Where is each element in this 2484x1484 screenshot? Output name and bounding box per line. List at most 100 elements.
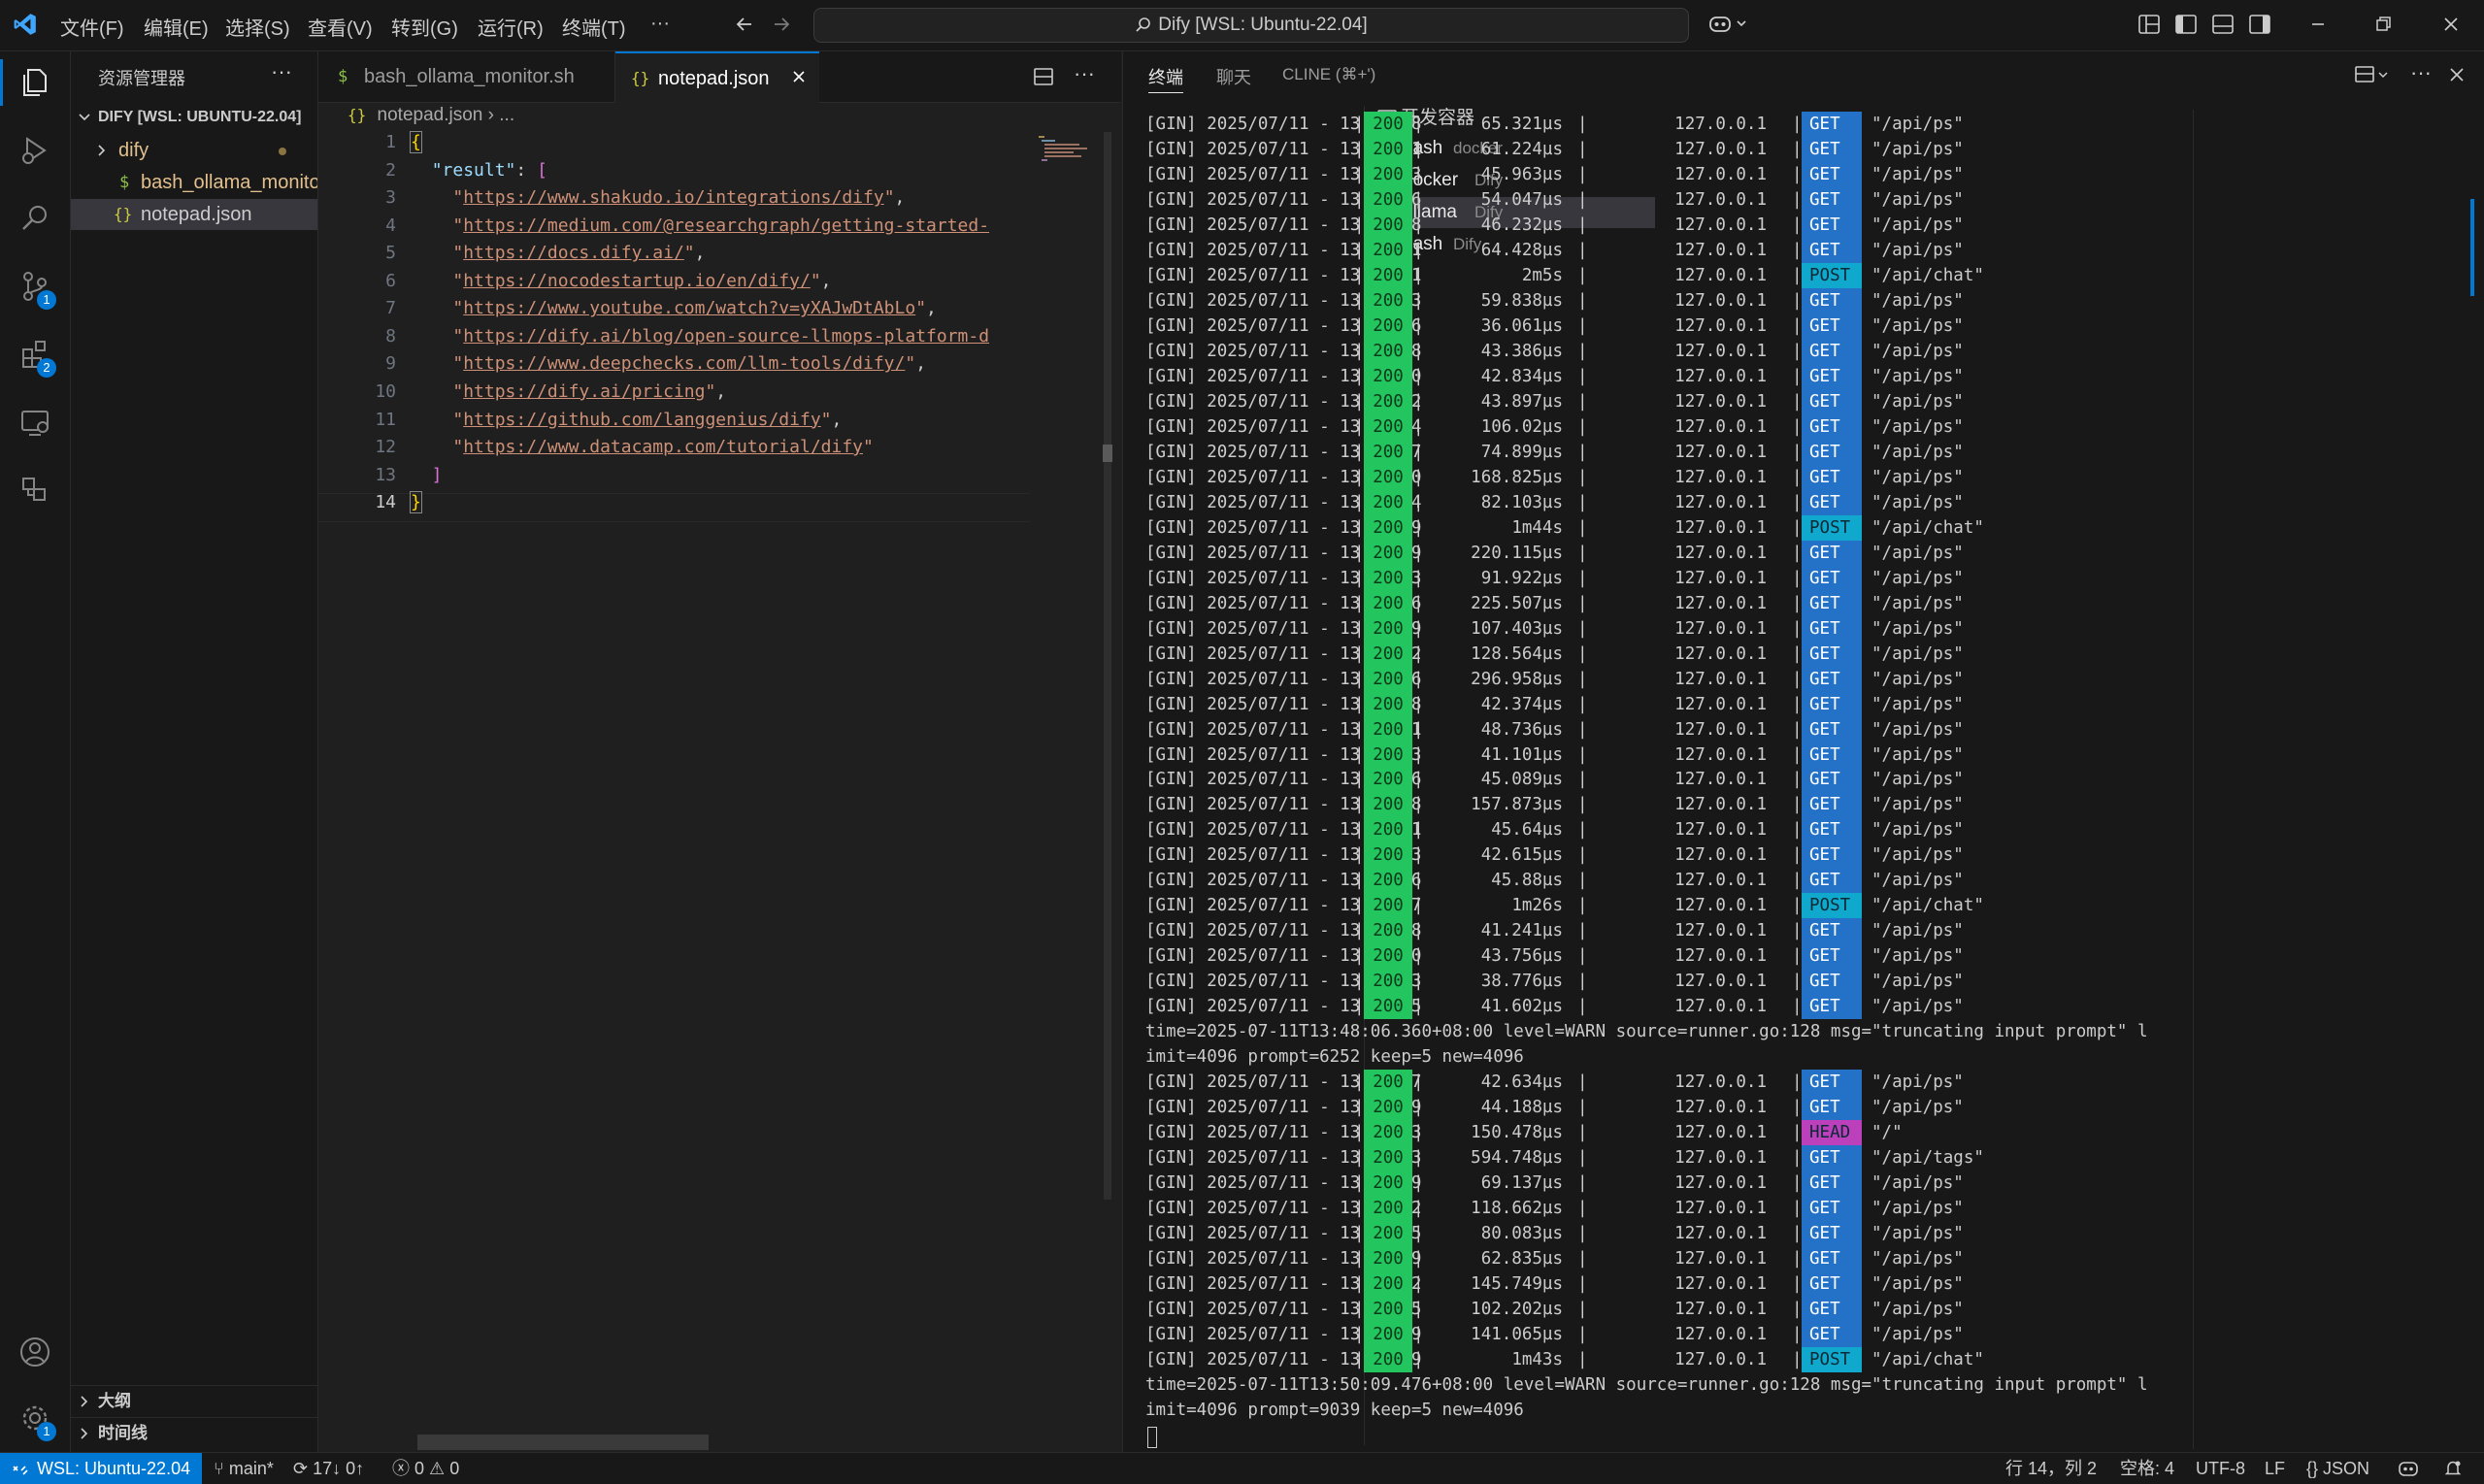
panel-tab-terminal[interactable]: 终端 xyxy=(1148,64,1183,93)
menu-more[interactable]: ··· xyxy=(650,13,670,35)
tab-close-icon[interactable] xyxy=(790,68,808,85)
log-separator: | xyxy=(1354,896,1365,916)
encoding[interactable]: UTF-8 xyxy=(2196,1453,2245,1484)
outline-section[interactable]: 大纲 xyxy=(71,1385,317,1417)
panel-layout-icon[interactable] xyxy=(2354,64,2393,85)
log-path: "/api/ps" xyxy=(1871,315,1964,336)
copilot-icon[interactable] xyxy=(1708,13,1751,36)
containers-icon[interactable] xyxy=(14,469,56,511)
status-code-badge: 200 xyxy=(1364,943,1412,970)
minimap[interactable] xyxy=(1039,134,1087,163)
notifications-bell-icon[interactable] xyxy=(2443,1459,2463,1478)
branch-indicator[interactable]: ⑂ main* xyxy=(214,1453,274,1484)
log-latency: 141.065µs xyxy=(1471,1325,1563,1345)
terminal-log-line: [GIN] 2025/07/11 - 13:47:58 | 200 | 41.241µs… xyxy=(1145,918,2213,944)
cursor-position[interactable]: 行 14，列 2 xyxy=(2005,1453,2097,1484)
terminal-log-line: [GIN] 2025/07/11 - 13:44:42 | 200 | 43.897µs… xyxy=(1145,388,2213,414)
log-separator: | xyxy=(1413,1072,1424,1093)
tab-notepad-json[interactable]: {} notepad.json xyxy=(615,51,819,103)
editor-horizontal-scrollbar[interactable] xyxy=(417,1435,709,1450)
log-path: "/api/ps" xyxy=(1871,1199,1964,1219)
timeline-section[interactable]: 时间线 xyxy=(71,1417,317,1449)
http-method-badge: GET xyxy=(1802,439,1862,465)
status-code-badge: 200 xyxy=(1364,1271,1412,1298)
remote-explorer-icon[interactable] xyxy=(14,401,56,444)
log-client-ip: 127.0.0.1 xyxy=(1674,871,1767,891)
terminal-log-line: [GIN] 2025/07/11 - 13:48:13 | 200 | 594.748µ… xyxy=(1145,1145,2213,1171)
menu-edit[interactable]: 编辑(E) xyxy=(144,13,209,41)
log-latency: 80.083µs xyxy=(1480,1224,1563,1244)
toggle-primary-sidebar-icon[interactable] xyxy=(2175,15,2197,34)
customize-layout-icon[interactable] xyxy=(2138,15,2160,34)
split-editor-icon[interactable] xyxy=(1033,66,1054,87)
tree-item-bash-monitor[interactable]: $ bash_ollama_monitor.... xyxy=(71,167,317,198)
branch-label: main* xyxy=(228,1459,274,1478)
back-arrow-icon[interactable] xyxy=(734,14,755,35)
language-mode[interactable]: {} JSON xyxy=(2306,1453,2369,1484)
problems-indicator[interactable]: ⓧ 0 ⚠ 0 xyxy=(392,1453,459,1484)
minimize-icon[interactable] xyxy=(2308,15,2328,34)
extensions-icon[interactable]: 2 xyxy=(14,333,56,378)
scrollbar-thumb[interactable] xyxy=(1104,132,1111,1200)
end-of-line[interactable]: LF xyxy=(2265,1453,2285,1484)
tab-bash-monitor[interactable]: $ bash_ollama_monitor.sh xyxy=(318,51,615,102)
restore-icon[interactable] xyxy=(2373,15,2393,34)
copilot-status-icon[interactable] xyxy=(2398,1459,2419,1478)
explorer-more-icon[interactable]: ··· xyxy=(271,59,292,84)
explorer-icon[interactable] xyxy=(14,61,56,104)
menu-go[interactable]: 转到(G) xyxy=(391,13,458,41)
log-separator: | xyxy=(1413,871,1424,891)
log-client-ip: 127.0.0.1 xyxy=(1674,643,1767,664)
menu-file[interactable]: 文件(F) xyxy=(60,13,124,41)
terminal-output[interactable]: [GIN] 2025/07/11 - 13:44:18 | 200 | 65.321µs… xyxy=(1145,112,2213,1451)
command-center-search[interactable]: Dify [WSL: Ubuntu-22.04] xyxy=(813,8,1689,43)
http-method-badge: GET xyxy=(1802,186,1862,213)
panel-close-icon[interactable] xyxy=(2447,65,2467,84)
menu-run[interactable]: 运行(R) xyxy=(478,13,544,41)
toggle-panel-icon[interactable] xyxy=(2212,15,2234,34)
status-code-badge: 200 xyxy=(1364,1120,1412,1146)
indentation[interactable]: 空格: 4 xyxy=(2120,1453,2174,1484)
log-latency: 69.137µs xyxy=(1480,1173,1563,1194)
log-latency: 41.101µs xyxy=(1480,744,1563,765)
toggle-secondary-sidebar-icon[interactable] xyxy=(2249,15,2270,34)
remote-indicator[interactable]: WSL: Ubuntu-22.04 xyxy=(0,1453,202,1484)
breadcrumb-file[interactable]: notepad.json xyxy=(378,105,483,125)
log-separator: | xyxy=(1577,214,1588,235)
forward-arrow-icon[interactable] xyxy=(771,14,792,35)
log-path: "/api/ps" xyxy=(1871,1072,1964,1093)
panel-tab-chat[interactable]: 聊天 xyxy=(1216,64,1251,89)
code-editor[interactable]: {} notepad.json › ... 1 {2 "result": [3 "… xyxy=(318,103,1121,1452)
sync-indicator[interactable]: ⟳ 17↓ 0↑ xyxy=(293,1453,364,1484)
breadcrumb-symbol[interactable]: ... xyxy=(499,105,514,125)
menu-selection[interactable]: 选择(S) xyxy=(225,13,290,41)
log-separator: | xyxy=(1792,1148,1803,1169)
workspace-root-label: DIFY [WSL: UBUNTU-22.04] xyxy=(98,109,302,125)
terminal-log-line: [GIN] 2025/07/11 - 13:49:09 | 200 | 141.065µ… xyxy=(1145,1322,2213,1348)
run-debug-icon[interactable] xyxy=(14,129,56,172)
panel-more-icon[interactable]: ··· xyxy=(2410,60,2432,85)
tree-item-notepad-json[interactable]: {} notepad.json xyxy=(71,199,317,230)
account-icon[interactable] xyxy=(14,1331,56,1373)
search-view-icon[interactable] xyxy=(14,197,56,240)
panel-tab-cline[interactable]: CLINE (⌘+') xyxy=(1282,65,1375,84)
close-window-icon[interactable] xyxy=(2441,15,2461,34)
log-separator: | xyxy=(1413,744,1424,765)
menu-view[interactable]: 查看(V) xyxy=(308,13,373,41)
log-separator: | xyxy=(1792,1274,1803,1295)
http-method-badge: GET xyxy=(1802,1271,1862,1298)
menu-terminal[interactable]: 终端(T) xyxy=(562,13,626,41)
sync-label: 17↓ 0↑ xyxy=(313,1459,365,1478)
chevron-down-icon xyxy=(77,102,92,133)
source-control-icon[interactable]: 1 xyxy=(14,265,56,310)
log-path: "/api/ps" xyxy=(1871,1249,1964,1270)
settings-gear-icon[interactable]: 1 xyxy=(14,1397,56,1441)
workspace-root[interactable]: DIFY [WSL: UBUNTU-22.04] xyxy=(71,102,317,133)
status-code-badge: 200 xyxy=(1364,767,1412,793)
log-separator: | xyxy=(1792,719,1803,740)
log-separator: | xyxy=(1577,416,1588,437)
terminal-list-scrollbar[interactable] xyxy=(2470,199,2474,296)
editor-more-icon[interactable]: ··· xyxy=(1074,61,1095,86)
tree-item-dify-folder[interactable]: dify xyxy=(71,135,317,166)
editor-vertical-scrollbar[interactable] xyxy=(1101,132,1112,1452)
